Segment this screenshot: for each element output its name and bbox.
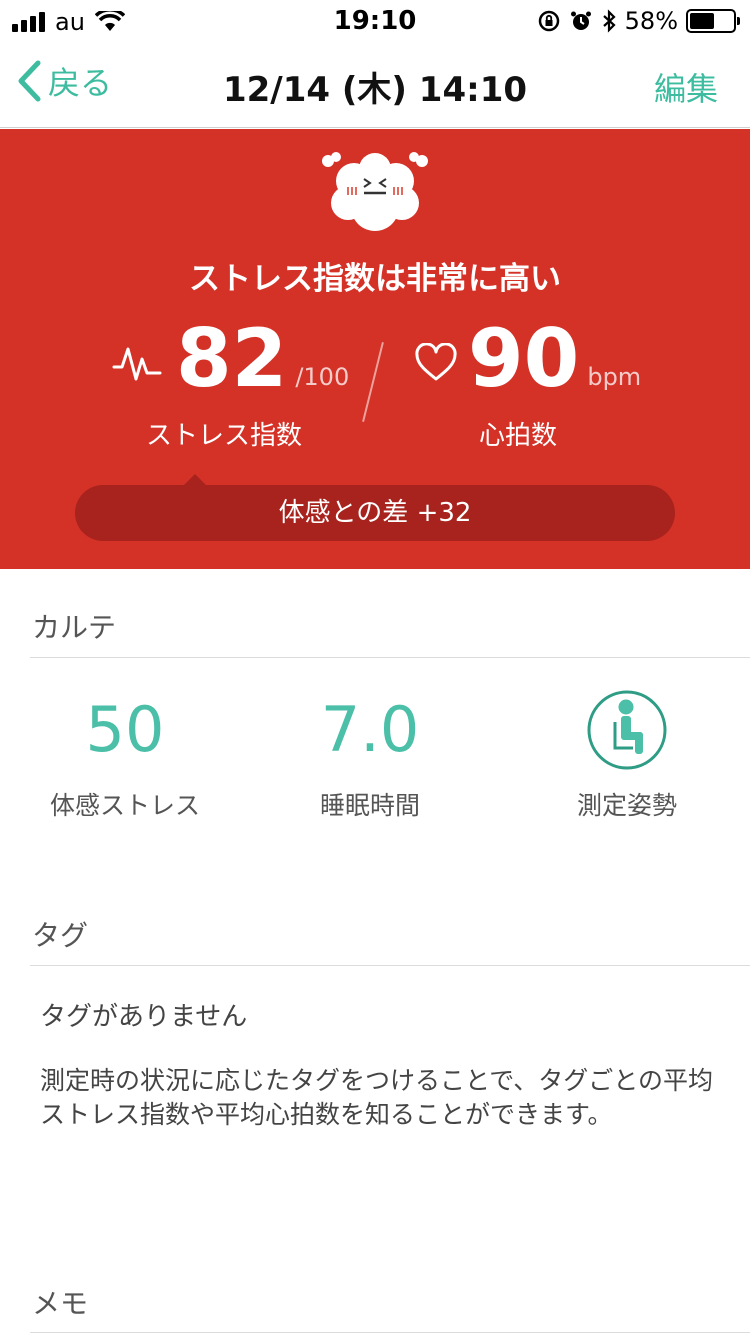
heart-icon <box>415 343 457 381</box>
sleep-time-item: 7.0 睡眠時間 <box>245 690 495 822</box>
seated-person-icon <box>587 690 667 770</box>
memo-divider <box>30 1332 750 1333</box>
edit-button[interactable]: 編集 <box>654 64 718 110</box>
rotation-lock-icon <box>538 10 559 32</box>
heart-value: 90 <box>468 312 580 405</box>
stressed-cloud-mascot-icon <box>322 152 428 231</box>
perceived-stress-item: 50 体感ストレス <box>0 690 250 822</box>
nav-bar: 戻る 12/14 (木) 14:10 編集 <box>0 40 750 128</box>
sleep-time-label: 睡眠時間 <box>319 791 420 820</box>
tags-description: 測定時の状況に応じたタグをつけることで、タグごとの平均ストレス指数や平均心拍数を… <box>40 1066 714 1129</box>
battery-icon <box>686 9 740 33</box>
no-tags-text: タグがありません <box>40 1002 248 1032</box>
karte-section-title: カルテ <box>32 611 117 644</box>
sleep-time-value: 7.0 <box>320 693 420 766</box>
karte-divider <box>30 657 750 658</box>
heart-label: 心拍数 <box>478 421 557 451</box>
stress-headline: ストレス指数は非常に高い <box>189 261 561 297</box>
stress-summary-panel: ストレス指数は非常に高い 82 /100 ストレス指数 90 bpm 心拍数 体… <box>0 129 750 569</box>
battery-percent: 58% <box>624 7 678 35</box>
stress-label: ストレス指数 <box>145 421 302 451</box>
tags-divider <box>30 965 750 966</box>
alarm-icon <box>570 11 591 30</box>
posture-label: 測定姿勢 <box>576 791 677 820</box>
status-right: 58% <box>537 7 740 35</box>
bluetooth-icon <box>602 9 616 33</box>
heart-unit: bpm <box>587 363 642 391</box>
pulse-wave-icon <box>112 347 162 381</box>
status-bar: au 19:10 58% <box>0 0 750 40</box>
tags-section-title: タグ <box>32 919 89 952</box>
memo-section-title: メモ <box>32 1287 89 1320</box>
stress-unit: /100 <box>295 363 350 391</box>
perceived-difference-pill: 体感との差 +32 <box>75 485 675 541</box>
metric-divider <box>362 341 384 423</box>
page-title: 12/14 (木) 14:10 <box>222 70 528 110</box>
stress-value: 82 <box>176 312 288 405</box>
perceived-stress-value: 50 <box>85 693 165 766</box>
posture-item: 測定姿勢 <box>502 690 750 822</box>
heart-metric: 90 bpm <box>468 319 641 399</box>
perceived-stress-label: 体感ストレス <box>49 791 200 820</box>
stress-metric: 82 /100 <box>176 319 349 399</box>
